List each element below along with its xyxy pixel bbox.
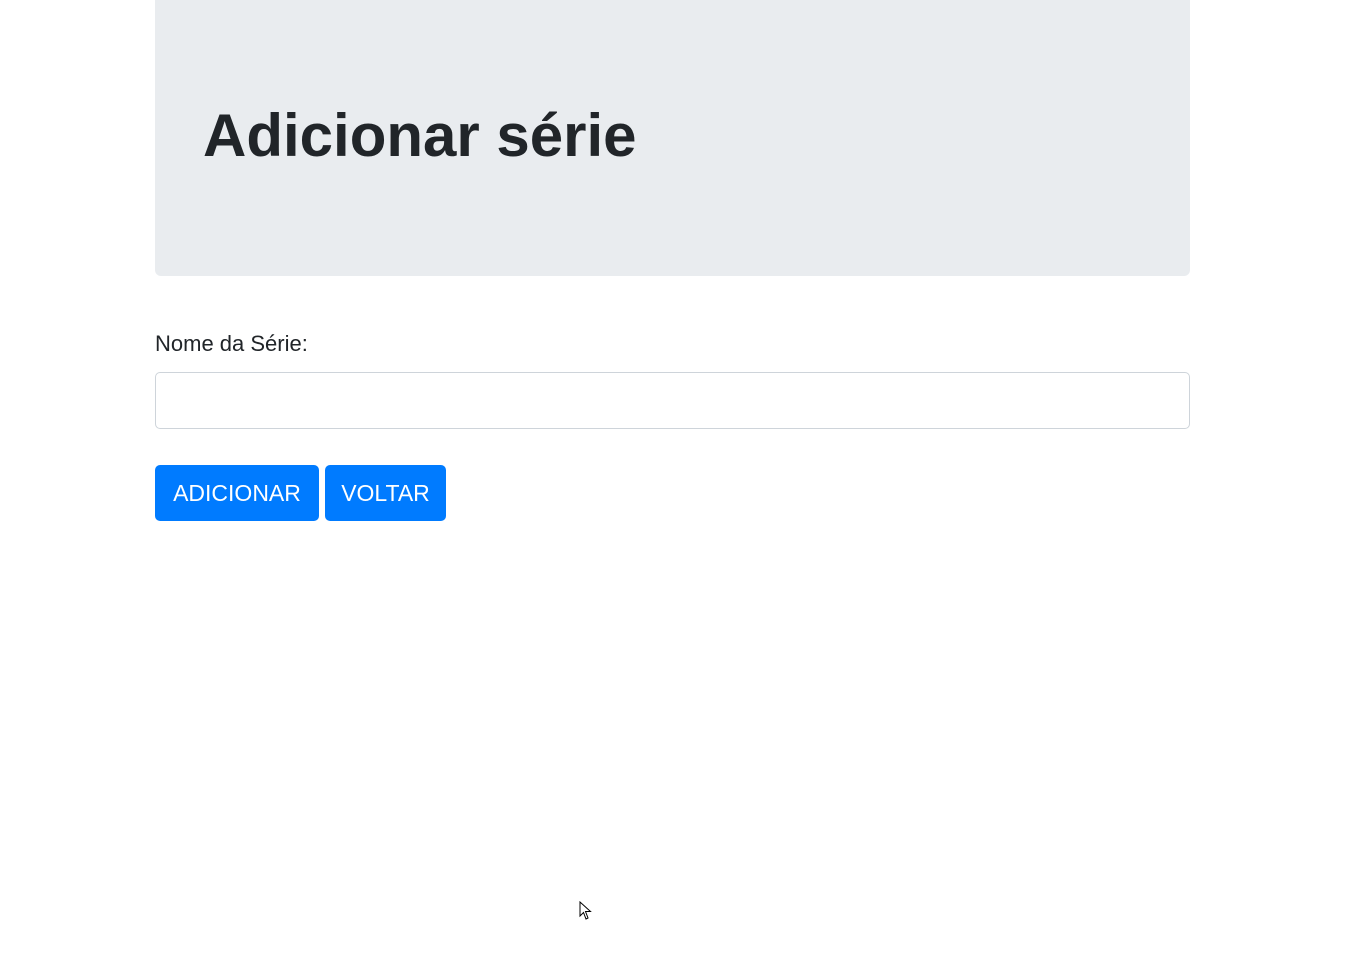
page-header-jumbotron: Adicionar série (155, 0, 1190, 276)
page-container: Adicionar série Nome da Série: ADICIONAR… (155, 0, 1190, 521)
series-name-label: Nome da Série: (155, 331, 308, 356)
add-button[interactable]: ADICIONAR (155, 465, 319, 521)
mouse-pointer-icon (579, 901, 592, 920)
page-title: Adicionar série (203, 102, 637, 169)
series-name-input[interactable] (155, 372, 1190, 429)
back-button[interactable]: VOLTAR (325, 465, 446, 521)
